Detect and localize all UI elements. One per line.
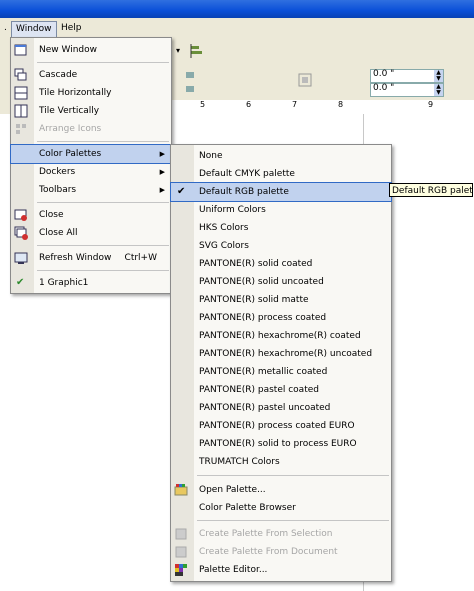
palette-pantone-metallic-coated[interactable]: PANTONE(R) metallic coated [171, 363, 391, 381]
x-offset-icon [186, 72, 194, 78]
align-icon[interactable] [190, 44, 204, 58]
menu-item-open-palette[interactable]: Open Palette... [171, 481, 391, 499]
y-offset-field[interactable]: 0.0 " ▲ ▼ [370, 83, 444, 97]
menu-help[interactable]: Help [57, 21, 86, 36]
palette-none[interactable]: None [171, 147, 391, 165]
menu-item-tile-horizontally[interactable]: Tile Horizontally [11, 84, 171, 102]
new-window-icon [14, 44, 27, 56]
palette-pantone-hexachrome-uncoated[interactable]: PANTONE(R) hexachrome(R) uncoated [171, 345, 391, 363]
arrange-icons-icon [16, 124, 26, 134]
menu-item-create-from-document: Create Palette From Document [171, 543, 391, 561]
horizontal-ruler: 5 6 7 8 9 [170, 100, 474, 115]
menu-item-close[interactable]: Close [11, 206, 171, 224]
tile-horizontal-icon [14, 86, 28, 100]
close-all-icon [14, 226, 28, 240]
menu-item-color-palette-browser[interactable]: Color Palette Browser [171, 499, 391, 517]
spin-arrows-icon[interactable]: ▲ ▼ [434, 70, 443, 82]
x-offset-field[interactable]: 0.0 " ▲ ▼ [370, 69, 444, 83]
palette-pantone-hexachrome-coated[interactable]: PANTONE(R) hexachrome(R) coated [171, 327, 391, 345]
palette-default-cmyk[interactable]: Default CMYK palette [171, 165, 391, 183]
menu-window[interactable]: Window [11, 21, 57, 38]
check-icon: ✔ [16, 277, 25, 288]
color-palettes-submenu: None Default CMYK palette ✔ Default RGB … [170, 144, 392, 582]
menu-item-create-from-selection: Create Palette From Selection [171, 525, 391, 543]
dropdown-arrow-icon[interactable]: ▾ [176, 46, 180, 55]
menu-item-graphic1[interactable]: ✔ 1 Graphic1 [11, 274, 171, 292]
palette-svg-colors[interactable]: SVG Colors [171, 237, 391, 255]
palette-pantone-process-coated[interactable]: PANTONE(R) process coated [171, 309, 391, 327]
submenu-arrow-icon: ▶ [159, 186, 165, 194]
palette-trumatch-colors[interactable]: TRUMATCH Colors [171, 453, 391, 471]
cascade-icon [14, 68, 27, 81]
title-bar [0, 0, 474, 18]
tooltip: Default RGB palette [389, 183, 473, 197]
menu-item-dockers[interactable]: Dockers ▶ [11, 163, 171, 181]
menu-item-color-palettes[interactable]: Color Palettes ▶ [10, 144, 172, 164]
window-menu: New Window Cascade Tile Horizontally Til… [10, 37, 172, 294]
palette-pantone-solid-coated[interactable]: PANTONE(R) solid coated [171, 255, 391, 273]
menu-edit-partial[interactable]: . [0, 21, 11, 36]
palette-pantone-pastel-coated[interactable]: PANTONE(R) pastel coated [171, 381, 391, 399]
close-window-icon [14, 209, 27, 221]
open-palette-icon [174, 484, 188, 496]
create-palette-document-icon [175, 546, 187, 558]
palette-pantone-process-coated-euro[interactable]: PANTONE(R) process coated EURO [171, 417, 391, 435]
spin-arrows-icon[interactable]: ▲ ▼ [434, 84, 443, 96]
y-offset-icon [186, 86, 194, 92]
menu-item-close-all[interactable]: Close All [11, 224, 171, 242]
menu-item-cascade[interactable]: Cascade [11, 66, 171, 84]
tile-vertical-icon [14, 104, 28, 118]
create-palette-selection-icon [175, 528, 187, 540]
menu-item-arrange-icons: Arrange Icons [11, 120, 171, 138]
palette-pantone-solid-to-process-euro[interactable]: PANTONE(R) solid to process EURO [171, 435, 391, 453]
toolbar: ▾ [170, 38, 474, 64]
refresh-icon [14, 252, 28, 264]
palette-default-rgb[interactable]: ✔ Default RGB palette [170, 182, 392, 202]
menu-bar: . Window Help [0, 18, 474, 38]
menu-item-new-window[interactable]: New Window [11, 41, 171, 59]
lock-ratio-icon[interactable] [298, 73, 312, 87]
property-bar: 0.0 " ▲ ▼ 0.0 " ▲ ▼ [170, 64, 474, 100]
menu-item-tile-vertically[interactable]: Tile Vertically [11, 102, 171, 120]
palette-hks-colors[interactable]: HKS Colors [171, 219, 391, 237]
palette-pantone-solid-matte[interactable]: PANTONE(R) solid matte [171, 291, 391, 309]
palette-uniform-colors[interactable]: Uniform Colors [171, 201, 391, 219]
submenu-arrow-icon: ▶ [159, 150, 165, 158]
palette-pantone-pastel-uncoated[interactable]: PANTONE(R) pastel uncoated [171, 399, 391, 417]
submenu-arrow-icon: ▶ [159, 168, 165, 176]
menu-item-toolbars[interactable]: Toolbars ▶ [11, 181, 171, 199]
check-icon: ✔ [177, 186, 186, 197]
palette-editor-icon [175, 564, 187, 576]
menu-item-palette-editor[interactable]: Palette Editor... [171, 561, 391, 579]
palette-pantone-solid-uncoated[interactable]: PANTONE(R) solid uncoated [171, 273, 391, 291]
refresh-shortcut: Ctrl+W [124, 253, 157, 263]
menu-item-refresh-window[interactable]: Refresh Window Ctrl+W [11, 249, 171, 267]
